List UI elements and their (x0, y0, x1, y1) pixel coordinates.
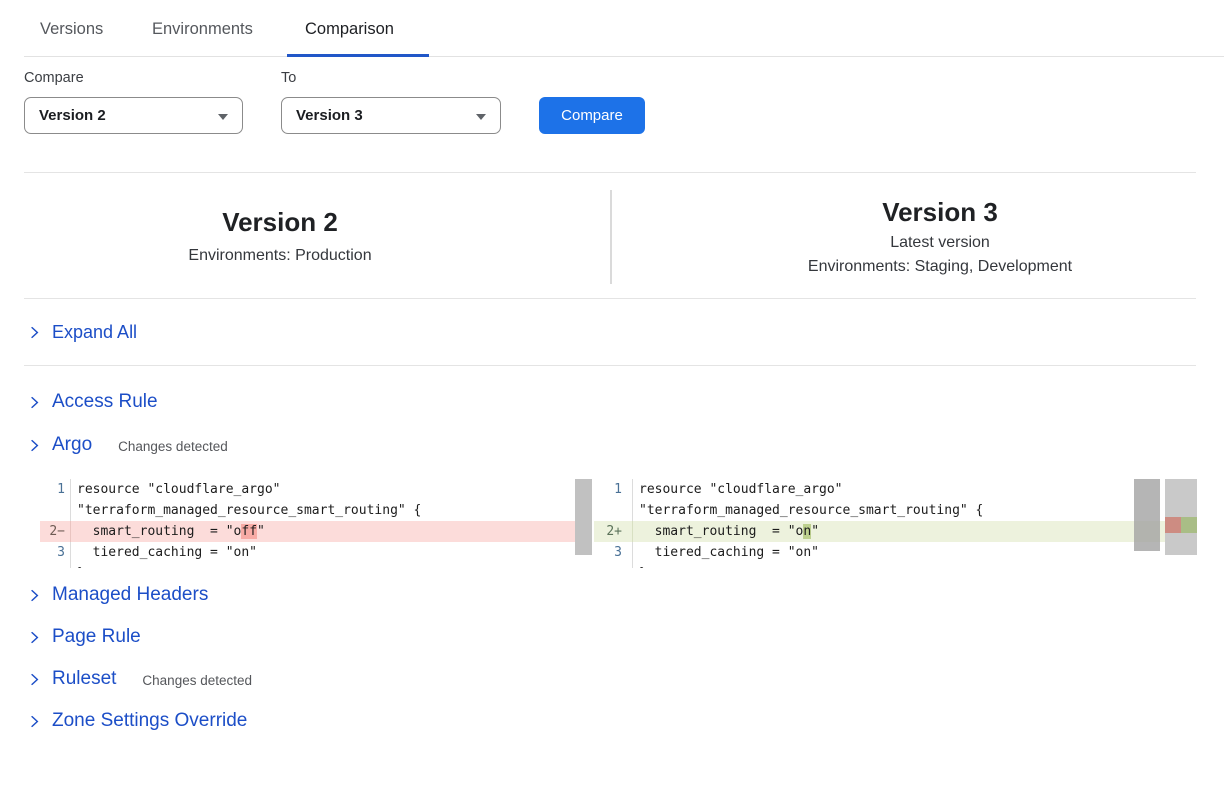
code-line-added: 2+ smart_routing = "on" (594, 521, 1197, 542)
code-segment: smart_routing = "o (77, 524, 241, 539)
code-text: resource "cloudflare_argo" (71, 479, 281, 500)
diff-minimap[interactable] (1165, 479, 1197, 555)
code-segment: " (257, 524, 265, 539)
section-label: Argo (52, 434, 92, 456)
code-line: } (594, 563, 1197, 568)
expand-all-button[interactable]: Expand All (28, 322, 137, 343)
line-number: 3 (594, 542, 633, 563)
comparison-page: Versions Environments Comparison Compare… (0, 0, 1224, 788)
tab-bar-divider (24, 56, 1224, 57)
minimap-removed-marker (1165, 517, 1181, 533)
right-version-title: Version 3 (882, 197, 998, 228)
expand-all-label: Expand All (52, 322, 137, 343)
code-text: tiered_caching = "on" (633, 542, 819, 563)
line-number: 1 (594, 479, 633, 500)
compare-button[interactable]: Compare (539, 97, 645, 134)
code-text: } (71, 563, 85, 568)
tab-bar: Versions Environments Comparison (0, 0, 1224, 57)
section-zone-settings-override[interactable]: Zone Settings Override (28, 710, 247, 732)
code-text: smart_routing = "on" (633, 521, 819, 542)
line-number (40, 500, 71, 521)
active-tab-indicator (287, 54, 429, 57)
column-divider (610, 190, 612, 284)
to-version-select[interactable]: Version 3 (281, 97, 501, 134)
version-header-left: Version 2 Environments: Production (24, 197, 536, 275)
code-text: tiered_caching = "on" (71, 542, 257, 563)
section-label: Zone Settings Override (52, 710, 247, 732)
left-version-environments: Environments: Production (188, 247, 371, 265)
section-argo[interactable]: Argo Changes detected (28, 434, 228, 456)
code-line-wrap: "terraform_managed_resource_smart_routin… (40, 500, 592, 521)
right-version-environments: Environments: Staging, Development (808, 258, 1072, 276)
left-version-title: Version 2 (222, 207, 338, 238)
code-segment: " (811, 524, 819, 539)
compare-version-select[interactable]: Version 2 (24, 97, 243, 134)
section-label: Access Rule (52, 391, 158, 413)
section-ruleset[interactable]: Ruleset Changes detected (28, 668, 252, 690)
line-number: 2+ (594, 521, 633, 542)
code-line-removed: 2− smart_routing = "off" (40, 521, 592, 542)
tab-comparison[interactable]: Comparison (305, 20, 394, 39)
section-access-rule[interactable]: Access Rule (28, 391, 158, 413)
code-line: 3 tiered_caching = "on" (40, 542, 592, 563)
code-segment: smart_routing = "o (639, 524, 803, 539)
section-label: Managed Headers (52, 584, 208, 606)
caret-down-icon (476, 114, 486, 120)
to-label: To (281, 70, 296, 86)
code-text: "terraform_managed_resource_smart_routin… (71, 500, 421, 521)
divider (24, 298, 1196, 299)
chevron-right-icon (28, 673, 41, 686)
version-header-right: Version 3 Latest version Environments: S… (684, 188, 1196, 284)
minimap-added-marker (1181, 517, 1197, 533)
chevron-right-icon (28, 631, 41, 644)
section-page-rule[interactable]: Page Rule (28, 626, 141, 648)
line-number (40, 563, 71, 568)
code-text: smart_routing = "off" (71, 521, 265, 542)
section-managed-headers[interactable]: Managed Headers (28, 584, 208, 606)
line-number (594, 500, 633, 521)
to-version-value: Version 3 (282, 107, 363, 124)
scrollbar-thumb[interactable] (1134, 479, 1160, 551)
compare-label: Compare (24, 70, 84, 86)
code-line: } (40, 563, 592, 568)
chevron-right-icon (28, 326, 41, 339)
code-text: resource "cloudflare_argo" (633, 479, 843, 500)
line-number: 2− (40, 521, 71, 542)
chevron-right-icon (28, 439, 41, 452)
divider (24, 172, 1196, 173)
removed-word-highlight: ff (241, 524, 257, 539)
code-text: } (633, 563, 647, 568)
code-line: 3 tiered_caching = "on" (594, 542, 1197, 563)
code-text: "terraform_managed_resource_smart_routin… (633, 500, 983, 521)
tab-versions[interactable]: Versions (40, 20, 103, 39)
diff-panel-new: 1 resource "cloudflare_argo" "terraform_… (594, 479, 1197, 568)
compare-version-value: Version 2 (25, 107, 106, 124)
section-label: Ruleset (52, 668, 116, 690)
chevron-right-icon (28, 589, 41, 602)
code-line-wrap: "terraform_managed_resource_smart_routin… (594, 500, 1197, 521)
changes-detected-badge: Changes detected (118, 439, 228, 454)
tab-environments[interactable]: Environments (152, 20, 253, 39)
code-line: 1 resource "cloudflare_argo" (40, 479, 592, 500)
chevron-right-icon (28, 396, 41, 409)
line-number (594, 563, 633, 568)
section-label: Page Rule (52, 626, 141, 648)
line-number: 3 (40, 542, 71, 563)
chevron-right-icon (28, 715, 41, 728)
right-version-subtitle: Latest version (890, 234, 990, 252)
diff-panel-old: 1 resource "cloudflare_argo" "terraform_… (40, 479, 592, 568)
scrollbar-thumb[interactable] (575, 479, 592, 555)
divider (24, 365, 1196, 366)
caret-down-icon (218, 114, 228, 120)
changes-detected-badge: Changes detected (142, 673, 252, 688)
code-line: 1 resource "cloudflare_argo" (594, 479, 1197, 500)
line-number: 1 (40, 479, 71, 500)
argo-diff: 1 resource "cloudflare_argo" "terraform_… (0, 479, 1224, 568)
